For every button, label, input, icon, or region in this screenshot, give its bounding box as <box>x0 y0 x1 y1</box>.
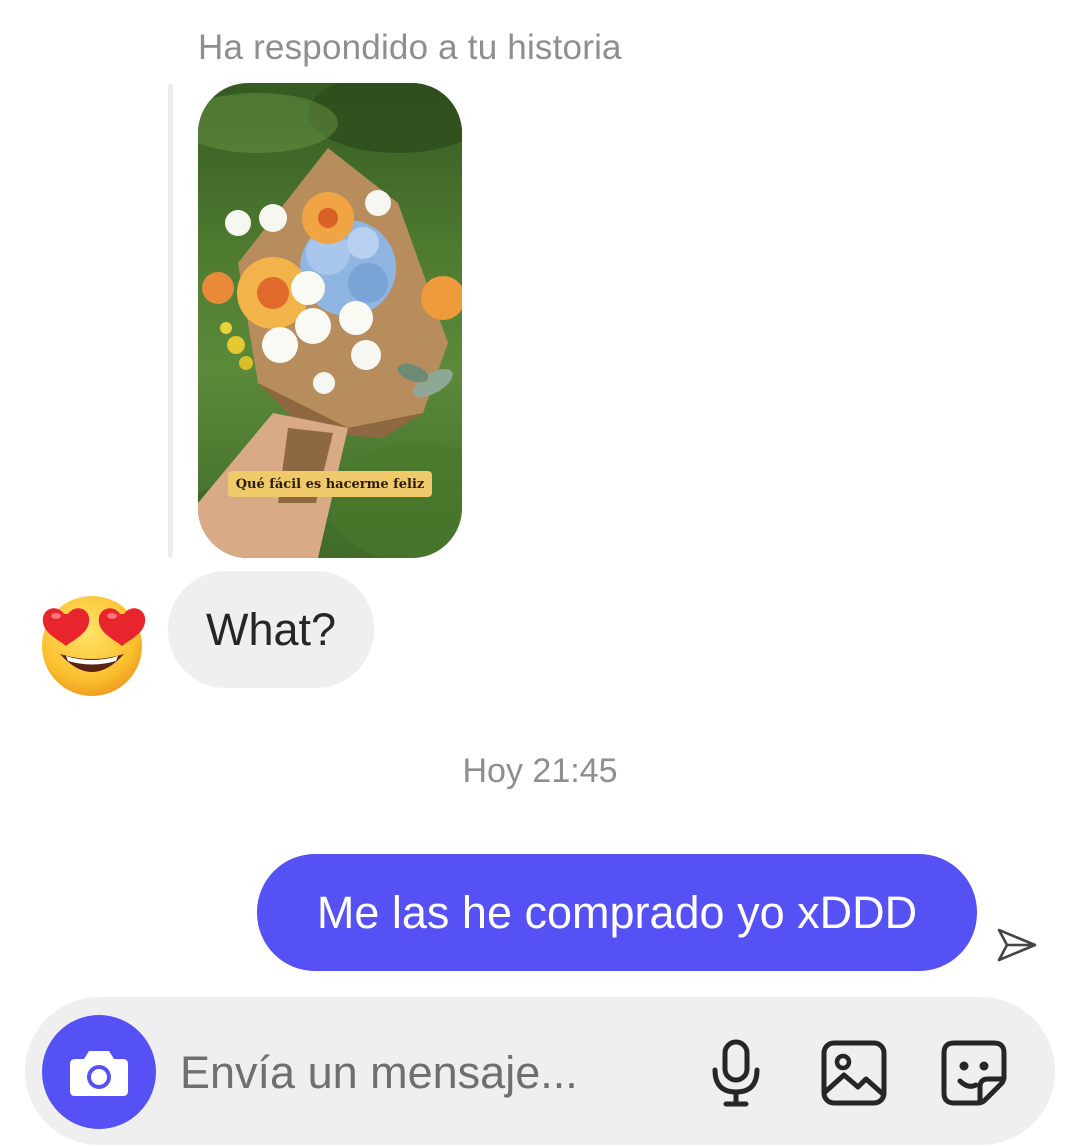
received-message-bubble[interactable]: What? <box>168 571 375 688</box>
reply-indicator-bar <box>168 84 173 558</box>
sent-arrow-icon <box>995 922 1039 966</box>
camera-icon <box>70 1051 128 1096</box>
gallery-button[interactable] <box>818 1037 890 1109</box>
gallery-icon <box>821 1040 887 1106</box>
story-thumbnail[interactable]: Qué fácil es hacerme feliz <box>198 83 462 558</box>
story-text-label: Qué fácil es hacerme feliz <box>228 471 432 497</box>
sent-message-bubble[interactable]: Me las he comprado yo xDDD <box>257 854 977 971</box>
microphone-icon <box>712 1039 760 1107</box>
microphone-button[interactable] <box>700 1037 772 1109</box>
story-reply-caption: Ha respondido a tu historia <box>198 28 622 67</box>
message-input[interactable] <box>180 1045 680 1101</box>
message-timestamp: Hoy 21:45 <box>462 752 618 790</box>
heart-eyes-emoji-icon <box>38 590 146 698</box>
camera-button[interactable] <box>42 1015 156 1129</box>
sticker-icon <box>941 1040 1007 1106</box>
sticker-button[interactable] <box>938 1037 1010 1109</box>
